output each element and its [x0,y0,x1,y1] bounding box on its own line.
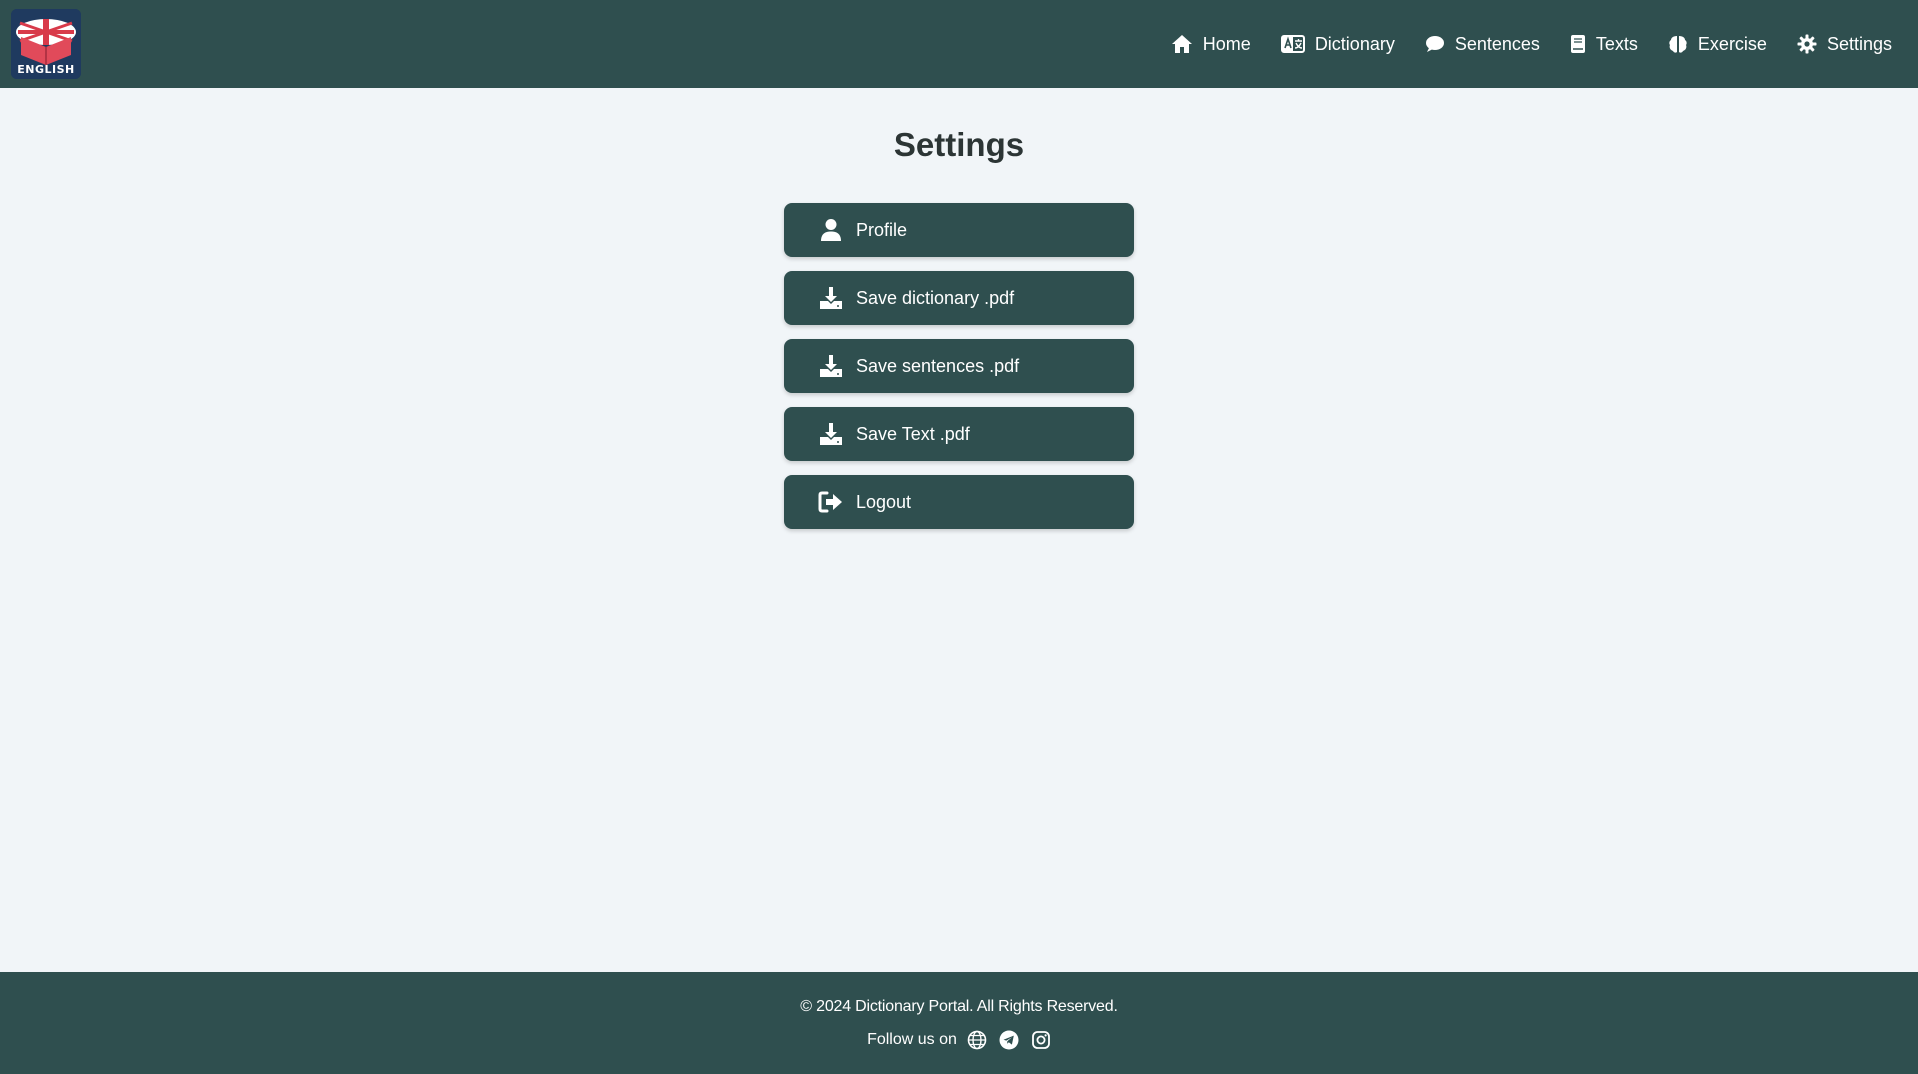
save-dictionary-pdf-label: Save dictionary .pdf [856,287,1015,308]
language-card-icon [1280,35,1305,53]
page-title: Settings [893,126,1025,163]
nav-dictionary-label: Dictionary [1314,33,1395,54]
download-icon [818,421,844,447]
app-logo[interactable]: ENGLISH [11,9,81,79]
globe-icon[interactable] [967,1030,987,1050]
save-dictionary-pdf-button[interactable]: Save dictionary .pdf [784,271,1134,325]
save-text-pdf-label: Save Text .pdf [856,423,970,444]
brain-icon [1669,36,1687,53]
settings-main: Settings Profile Save dictionary .pdf Sa… [0,88,1918,972]
logout-icon [818,489,844,515]
footer: © 2024 Dictionary Portal. All Rights Res… [0,972,1918,1074]
follow-us-label: Follow us on [867,1031,957,1048]
instagram-icon[interactable] [1031,1030,1051,1050]
comment-icon [1425,36,1444,52]
nav-settings[interactable]: Settings [1797,34,1892,55]
profile-button-label: Profile [856,219,908,240]
save-sentences-pdf-label: Save sentences .pdf [856,355,1020,376]
save-sentences-pdf-button[interactable]: Save sentences .pdf [784,339,1134,393]
nav-sentences-label: Sentences [1454,33,1540,54]
social-links [967,1030,1051,1050]
settings-menu: Profile Save dictionary .pdf Save senten… [784,203,1134,529]
main-nav: Home Dictionary Sentences Texts Exercise… [1171,34,1892,55]
nav-home[interactable]: Home [1171,34,1251,55]
home-icon [1171,35,1192,53]
logout-button[interactable]: Logout [784,475,1134,529]
nav-settings-label: Settings [1826,33,1892,54]
download-icon [818,353,844,379]
user-icon [818,217,844,243]
profile-button[interactable]: Profile [784,203,1134,257]
nav-dictionary[interactable]: Dictionary [1280,33,1395,55]
nav-exercise-label: Exercise [1697,33,1767,54]
book-icon [1570,35,1585,53]
nav-texts[interactable]: Texts [1570,34,1638,55]
logout-button-label: Logout [856,491,912,512]
gear-icon [1797,34,1817,54]
nav-texts-label: Texts [1595,33,1638,54]
telegram-icon[interactable] [999,1030,1019,1050]
download-icon [818,285,844,311]
nav-home-label: Home [1202,33,1251,54]
logo-text: ENGLISH [17,63,75,76]
nav-exercise[interactable]: Exercise [1668,34,1767,55]
follow-us-row: Follow us on [867,1030,1051,1050]
top-navbar: ENGLISH Home Dictionary Sentences Texts … [0,0,1918,88]
copyright-text: © 2024 Dictionary Portal. All Rights Res… [800,998,1118,1015]
save-text-pdf-button[interactable]: Save Text .pdf [784,407,1134,461]
nav-sentences[interactable]: Sentences [1425,34,1540,55]
